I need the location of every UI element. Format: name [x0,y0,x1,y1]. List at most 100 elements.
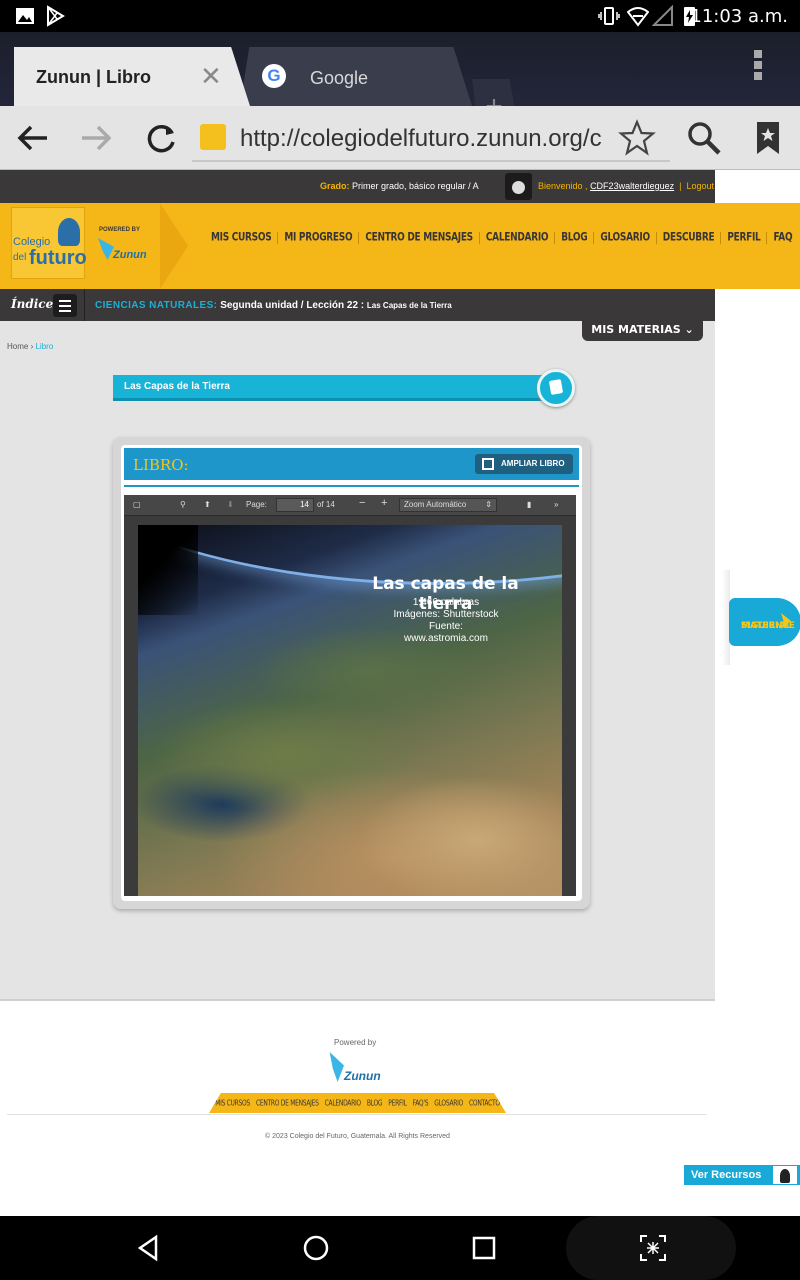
image-icon [16,8,34,24]
avatar[interactable] [505,173,532,200]
pdf-credits: 1,466 palabras Imágenes: Shutterstock Fu… [393,597,499,644]
mis-materias-button[interactable]: MIS MATERIAS ⌄ [582,321,703,341]
wifi-icon [627,7,649,27]
previous-page-icon[interactable]: ⬆ [204,500,211,509]
star-icon[interactable] [617,118,657,158]
zunun-footer-logo[interactable]: Zunun [327,1051,387,1085]
colegio-logo[interactable]: Colegio del futuro [11,207,87,279]
pdf-toolbar: ▢ ⚲ ⬆ ⬇ Page: 14 of 14 − + Zoom Automáti… [124,495,576,516]
footer-menu: MIS CURSOS CENTRO DE MENSAJES CALENDARIO… [209,1093,506,1113]
screenshot-icon[interactable] [637,1232,669,1264]
search-icon[interactable]: ⚲ [180,500,186,509]
tab-title: Zunun | Libro [36,67,152,87]
zunun-logo-text: Zunun [113,249,147,261]
back-icon[interactable] [13,118,53,158]
search-icon[interactable] [684,118,724,158]
lesson-name: Las Capas de la Tierra [366,301,452,310]
indice-label: Índice [11,297,54,311]
sidebar-toggle-icon[interactable]: ▢ [133,500,141,509]
page-number-input[interactable]: 14 [276,498,314,512]
subject-label: CIENCIAS NATURALES: [95,300,218,311]
vibrate-icon [598,7,620,25]
fullscreen-icon [482,458,494,470]
breadcrumb: Home › Libro [7,342,54,351]
ampliar-libro-button[interactable]: AMPLIAR LIBRO [475,454,573,474]
book-label: LIBRO: [133,456,189,474]
home-nav-icon[interactable] [300,1232,332,1264]
main-content: MIS MATERIAS ⌄ Home › Libro Las Capas de… [0,321,715,999]
grado-info: Grado: Primer grado, básico regular / A [320,181,479,191]
menu-faq[interactable]: FAQ [767,232,798,245]
menu-mi-progreso[interactable]: MI PROGRESO [278,231,360,245]
site-favicon [200,124,226,150]
footer: Powered by Zunun MIS CURSOS CENTRO DE ME… [0,999,715,1149]
close-tab-icon[interactable]: ✕ [200,61,222,92]
user-resources-icon [772,1165,798,1185]
lesson-path: CIENCIAS NATURALES: Segunda unidad / Lec… [95,300,452,311]
pdf-page-earth-image: Las capas de la tierra 1,466 palabras Im… [138,525,562,896]
url-text: http://colegiodelfuturo.zunun.org/c [240,125,602,152]
breadcrumb-home[interactable]: Home [7,342,28,351]
forward-icon[interactable] [76,118,116,158]
back-nav-icon[interactable] [134,1232,166,1264]
google-icon: G [262,64,286,88]
footer-contacto[interactable]: CONTACTO [466,1098,503,1107]
recents-nav-icon[interactable] [468,1232,500,1264]
zunun-bird-icon [329,1052,344,1082]
footer-faqs[interactable]: FAQ'S [410,1098,432,1107]
bookmark-icon[interactable] [748,118,788,158]
page-total: of 14 [317,500,335,509]
powered-by-label: POWERED BY [99,227,141,233]
footer-glosario[interactable]: GLOSARIO [431,1098,466,1107]
menu-perfil[interactable]: PERFIL [721,231,768,245]
zoom-select[interactable]: Zoom Automático [399,498,497,512]
menu-glosario[interactable]: GLOSARIO [594,231,657,245]
breadcrumb-current[interactable]: Libro [35,342,53,351]
footer-centro-mensajes[interactable]: CENTRO DE MENSAJES [253,1098,322,1107]
web-page: Grado: Primer grado, básico regular / A … [0,170,800,1216]
status-bar: 11:03 a.m. [0,0,800,32]
lesson-title: Las Capas de la Tierra [124,381,230,392]
copyright: © 2023 Colegio del Futuro, Guatemala. Al… [265,1133,450,1140]
user-bar: Grado: Primer grado, básico regular / A … [0,170,715,203]
clock: 11:03 a.m. [690,6,788,27]
system-navigation-bar [0,1216,800,1280]
book-card: LIBRO: AMPLIAR LIBRO ▢ ⚲ ⬆ ⬇ Page: 14 of… [113,437,590,909]
ver-recursos-button[interactable]: Ver Recursos [684,1165,800,1185]
bookmark-icon[interactable]: ▮ [527,500,531,509]
tab-google[interactable]: G Google [240,47,472,106]
note-icon[interactable] [537,369,575,407]
menu-calendario[interactable]: CALENDARIO [480,231,556,245]
footer-calendario[interactable]: CALENDARIO [322,1098,364,1107]
menu-mis-cursos[interactable]: MIS CURSOS [205,231,279,245]
username-link[interactable]: CDF23walterdieguez [590,181,674,191]
next-page-icon[interactable]: ⬇ [227,500,234,509]
menu-blog[interactable]: BLOG [555,231,595,245]
tools-icon[interactable]: » [554,500,558,509]
footer-blog[interactable]: BLOG [364,1098,385,1107]
logo-figure-icon [58,218,80,246]
navbar-arrow [160,203,188,289]
footer-mis-cursos[interactable]: MIS CURSOS [212,1098,253,1107]
address-bar[interactable]: http://colegiodelfuturo.zunun.org/c [192,116,670,162]
logout-link[interactable]: Logout [686,181,714,191]
main-menu: MIS CURSOS MI PROGRESO CENTRO DE MENSAJE… [205,231,798,245]
main-navbar: Colegio del futuro POWERED BY Zunun MIS … [0,203,800,289]
list-icon[interactable] [53,294,77,317]
lesson-title-bar: Las Capas de la Tierra [113,375,553,401]
tab-title: Google [310,68,369,88]
pdf-viewer: ▢ ⚲ ⬆ ⬇ Page: 14 of 14 − + Zoom Automáti… [124,495,576,896]
menu-centro-mensajes[interactable]: CENTRO DE MENSAJES [359,231,480,245]
menu-descubre[interactable]: DESCUBRE [657,231,722,245]
zoom-out-icon[interactable]: − [359,497,365,509]
tab-zunun-libro[interactable]: Zunun | Libro ✕ [14,47,250,106]
book-header: LIBRO: AMPLIAR LIBRO [124,448,579,480]
unit-lesson: Segunda unidad / Lección 22 : [220,300,365,311]
play-store-icon [47,5,65,27]
signal-icon [652,5,673,26]
footer-perfil[interactable]: PERFIL [385,1098,409,1107]
siguiente-material-button[interactable]: SIGUIENTE MATERIAL [729,598,800,646]
zoom-in-icon[interactable]: + [381,497,387,509]
reload-icon[interactable] [141,118,181,158]
browser-menu-icon[interactable] [750,50,766,83]
